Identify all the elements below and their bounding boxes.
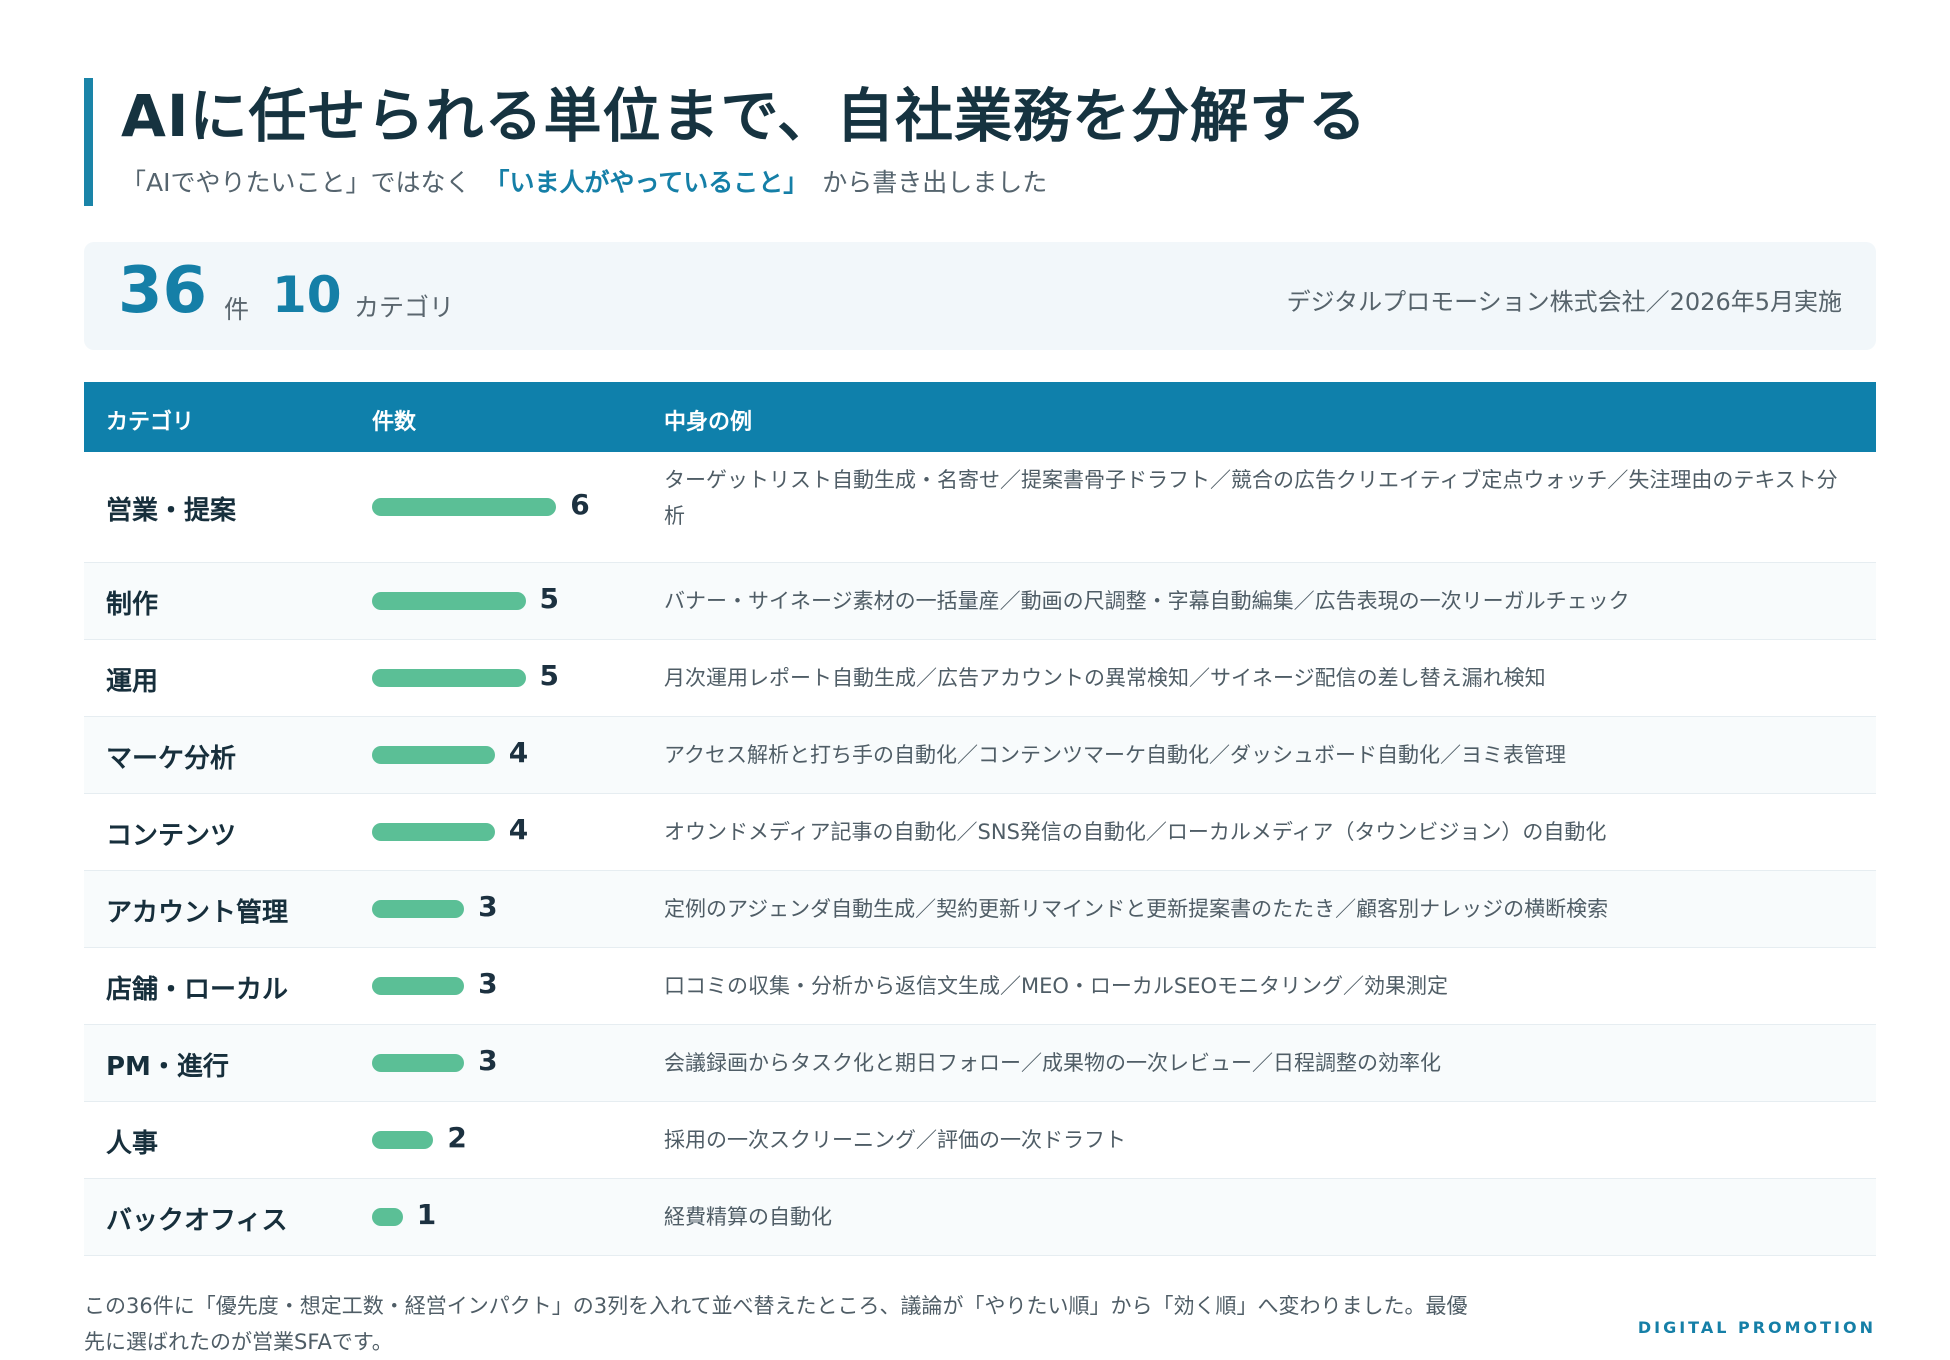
row-count: 5 (539, 659, 559, 692)
row-examples: 口コミの収集・分析から返信文生成／MEO・ローカルSEOモニタリング／効果測定 (664, 974, 1449, 998)
item-count-unit: 件 (224, 295, 250, 324)
count-bar (372, 977, 465, 995)
footer-note: この36件に「優先度・想定工数・経営インパクト」の3列を入れて並べ替えたところ、… (84, 1294, 1468, 1354)
row-examples: 採用の一次スクリーニング／評価の一次ドラフト (664, 1128, 1126, 1152)
count-bar (372, 746, 495, 764)
stats-panel: 36 件 10 カテゴリ デジタルプロモーション株式会社／2026年5月実施 (84, 242, 1876, 350)
subtitle-highlight: 「いま人がやっていること」 (484, 168, 809, 197)
item-count: 36 (118, 254, 208, 328)
row-examples: バナー・サイネージ素材の一括量産／動画の尺調整・字幕自動編集／広告表現の一次リー… (664, 589, 1630, 613)
page-header: AIに任せられる単位まで、自社業務を分解する 「AIでやりたいこと」ではなく 「い… (84, 78, 1367, 206)
row-category: PM・進行 (106, 1052, 229, 1082)
header-examples: 中身の例 (664, 410, 753, 435)
count-bar (372, 823, 495, 841)
row-examples: 定例のアジェンダ自動生成／契約更新リマインドと更新提案書のたたき／顧客別ナレッジ… (664, 897, 1609, 921)
row-count: 5 (539, 582, 559, 615)
row-category: マーケ分析 (106, 744, 237, 774)
count-bar (372, 1131, 434, 1149)
row-category: 制作 (106, 590, 159, 620)
count-bar (372, 1208, 403, 1226)
row-examples: 月次運用レポート自動生成／広告アカウントの異常検知／サイネージ配信の差し替え漏れ… (664, 666, 1546, 690)
count-bar (372, 900, 465, 918)
row-count: 2 (447, 1121, 467, 1154)
category-count-unit: カテゴリ (354, 293, 455, 322)
table-body: 営業・提案 6 ターゲットリスト自動生成・名寄せ／提案書骨子ドラフト／競合の広告クリ… (84, 452, 1876, 1256)
table-row: 運用 5 月次運用レポート自動生成／広告アカウントの異常検知／サイネージ配信の差し替… (84, 640, 1876, 717)
count-bar (372, 1054, 465, 1072)
subtitle-pre: 「AIでやりたいこと」ではなく (121, 168, 471, 197)
page-subtitle: 「AIでやりたいこと」ではなく 「いま人がやっていること」 から書き出しました (121, 166, 1367, 200)
category-table: カテゴリ 件数 中身の例 営業・提案 6 ターゲットリスト自動生成・名寄せ／提案書骨… (84, 382, 1876, 1256)
table-row: 人事 2 採用の一次スクリーニング／評価の一次ドラフト (84, 1102, 1876, 1179)
table-header: カテゴリ 件数 中身の例 (84, 382, 1876, 452)
row-category: 運用 (106, 667, 159, 697)
table-row: 制作 5 バナー・サイネージ素材の一括量産／動画の尺調整・字幕自動編集／広告表現の一… (84, 563, 1876, 640)
row-examples: アクセス解析と打ち手の自動化／コンテンツマーケ自動化／ダッシュボード自動化／ヨミ… (664, 743, 1566, 767)
row-count: 6 (570, 488, 590, 521)
header-count: 件数 (372, 410, 417, 435)
category-count: 10 (272, 266, 342, 324)
row-examples: オウンドメディア記事の自動化／SNS発信の自動化／ローカルメディア（タウンビジョ… (664, 820, 1607, 844)
table-row: 営業・提案 6 ターゲットリスト自動生成・名寄せ／提案書骨子ドラフト／競合の広告クリ… (84, 452, 1876, 563)
row-examples: 会議録画からタスク化と期日フォロー／成果物の一次レビュー／日程調整の効率化 (664, 1051, 1441, 1075)
table-row: アカウント管理 3 定例のアジェンダ自動生成／契約更新リマインドと更新提案書のたたき… (84, 871, 1876, 948)
row-count: 1 (416, 1198, 437, 1231)
row-count: 3 (478, 1044, 498, 1077)
row-examples: 経費精算の自動化 (664, 1205, 832, 1229)
count-bar (372, 592, 526, 610)
count-bar (372, 669, 526, 687)
row-category: アカウント管理 (106, 898, 289, 928)
row-category: コンテンツ (106, 821, 237, 851)
row-category: バックオフィス (106, 1206, 288, 1236)
row-category: 店舗・ローカル (106, 975, 289, 1005)
page-title: AIに任せられる単位まで、自社業務を分解する (121, 82, 1368, 150)
table-row: コンテンツ 4 オウンドメディア記事の自動化／SNS発信の自動化／ローカルメディア（… (84, 794, 1876, 871)
table-row: 店舗・ローカル 3 口コミの収集・分析から返信文生成／MEO・ローカルSEOモニタリ… (84, 948, 1876, 1025)
organization-date: デジタルプロモーション株式会社／2026年5月実施 (1286, 288, 1842, 316)
row-count: 4 (508, 736, 529, 769)
row-count: 4 (508, 813, 529, 846)
table-row: バックオフィス 1 経費精算の自動化 (84, 1179, 1876, 1256)
row-category: 人事 (106, 1129, 159, 1159)
row-category: 営業・提案 (106, 496, 237, 526)
row-examples: ターゲットリスト自動生成・名寄せ／提案書骨子ドラフト／競合の広告クリエイティブ定… (664, 468, 1838, 528)
table-row: PM・進行 3 会議録画からタスク化と期日フォロー／成果物の一次レビュー／日程調整の… (84, 1025, 1876, 1102)
subtitle-post: から書き出しました (822, 168, 1048, 197)
row-count: 3 (478, 890, 498, 923)
row-count: 3 (478, 967, 498, 1000)
table-row: マーケ分析 4 アクセス解析と打ち手の自動化／コンテンツマーケ自動化／ダッシュボード… (84, 717, 1876, 794)
header-category: カテゴリ (106, 410, 195, 435)
count-bar (372, 498, 557, 516)
